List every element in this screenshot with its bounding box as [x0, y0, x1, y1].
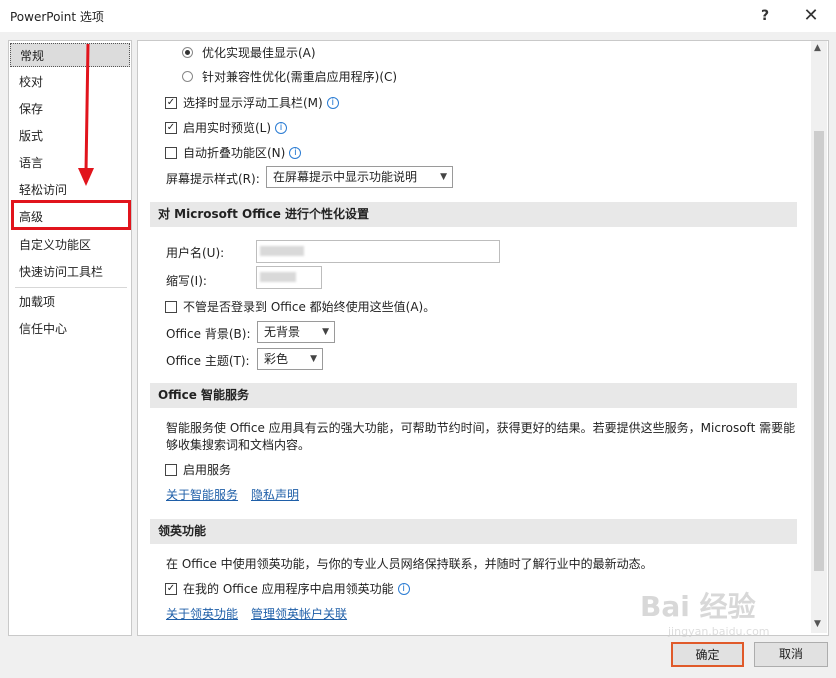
chk-live-preview[interactable]: ✓ 启用实时预览(L) i	[165, 119, 288, 136]
checkbox-checked[interactable]: ✓	[165, 582, 177, 595]
cancel-button[interactable]: 取消	[754, 642, 828, 667]
scroll-down-icon[interactable]: ▼	[814, 619, 821, 629]
username-label: 用户名(U):	[166, 246, 225, 260]
info-icon[interactable]: i	[326, 96, 339, 109]
checkbox-unchecked[interactable]	[165, 300, 177, 313]
info-icon[interactable]: i	[275, 121, 288, 134]
scroll-up-icon[interactable]: ▲	[814, 43, 821, 53]
radio-best-display[interactable]: 优化实现最佳显示(A)	[182, 44, 316, 61]
sidebar-item-trust-center[interactable]: 信任中心	[10, 317, 130, 341]
tooltip-style-label: 屏幕提示样式(R):	[166, 172, 260, 186]
info-icon[interactable]: i	[397, 582, 410, 595]
sidebar-item-customize-ribbon[interactable]: 自定义功能区	[10, 233, 130, 257]
baidu-watermark: Bai 经验	[640, 590, 756, 623]
radio-compatibility[interactable]: 针对兼容性优化(需重启应用程序)(C)	[182, 68, 397, 85]
chk-collapse-ribbon[interactable]: 自动折叠功能区(N) i	[165, 144, 302, 161]
help-button[interactable]: ?	[751, 4, 779, 28]
section-intelligent-services: Office 智能服务	[150, 383, 797, 408]
theme-select[interactable]: 彩色 ▼	[257, 348, 323, 370]
background-select[interactable]: 无背景 ▼	[257, 321, 335, 343]
section-personalize: 对 Microsoft Office 进行个性化设置	[150, 202, 797, 227]
chk-enable-linkedin[interactable]: ✓ 在我的 Office 应用程序中启用领英功能 i	[165, 580, 410, 597]
link-about-linkedin[interactable]: 关于领英功能	[166, 605, 238, 622]
radio-button[interactable]	[182, 71, 193, 82]
vertical-scrollbar[interactable]: ▲ ▼	[811, 41, 827, 633]
checkbox-unchecked[interactable]	[165, 463, 177, 476]
checkbox-unchecked[interactable]	[165, 146, 177, 159]
background-label: Office 背景(B):	[166, 327, 251, 341]
checkbox-checked[interactable]: ✓	[165, 96, 177, 109]
checkbox-checked[interactable]: ✓	[165, 121, 177, 134]
initials-input[interactable]	[256, 266, 322, 289]
chevron-down-icon: ▼	[440, 172, 447, 182]
theme-label: Office 主题(T):	[166, 354, 250, 368]
chk-mini-toolbar[interactable]: ✓ 选择时显示浮动工具栏(M) i	[165, 94, 339, 111]
radio-button[interactable]	[182, 47, 193, 58]
scroll-thumb[interactable]	[814, 131, 824, 571]
tooltip-style-select[interactable]: 在屏幕提示中显示功能说明 ▼	[266, 166, 453, 188]
window-title: PowerPoint 选项	[10, 10, 104, 24]
baidu-watermark-url: jingyan.baidu.com	[668, 625, 770, 638]
title-bar: PowerPoint 选项 ? ✕	[0, 0, 836, 32]
link-about-intelligent[interactable]: 关于智能服务	[166, 486, 238, 503]
chk-always-use[interactable]: 不管是否登录到 Office 都始终使用这些值(A)。	[165, 298, 435, 315]
info-icon[interactable]: i	[289, 146, 302, 159]
link-privacy[interactable]: 隐私声明	[251, 486, 299, 503]
red-arrow-annotation	[78, 43, 94, 186]
initials-label: 缩写(I):	[166, 274, 207, 288]
ok-button[interactable]: 确定	[671, 642, 744, 667]
intelligent-description: 智能服务使 Office 应用具有云的强大功能，可帮助节约时间，获得更好的结果。…	[166, 421, 796, 452]
sidebar-divider	[15, 287, 127, 288]
close-button[interactable]: ✕	[797, 4, 825, 28]
chk-enable-services[interactable]: 启用服务	[165, 461, 231, 478]
link-manage-linkedin[interactable]: 管理领英帐户关联	[251, 605, 347, 622]
sidebar-item-quick-access[interactable]: 快速访问工具栏	[10, 260, 130, 284]
username-input[interactable]	[256, 240, 500, 263]
section-linkedin: 领英功能	[150, 519, 797, 544]
chevron-down-icon: ▼	[322, 327, 329, 337]
advanced-highlight-box	[11, 200, 131, 230]
linkedin-description: 在 Office 中使用领英功能，与你的专业人员网络保持联系，并随时了解行业中的…	[166, 557, 653, 571]
sidebar-item-addins[interactable]: 加载项	[10, 290, 130, 314]
chevron-down-icon: ▼	[310, 354, 317, 364]
